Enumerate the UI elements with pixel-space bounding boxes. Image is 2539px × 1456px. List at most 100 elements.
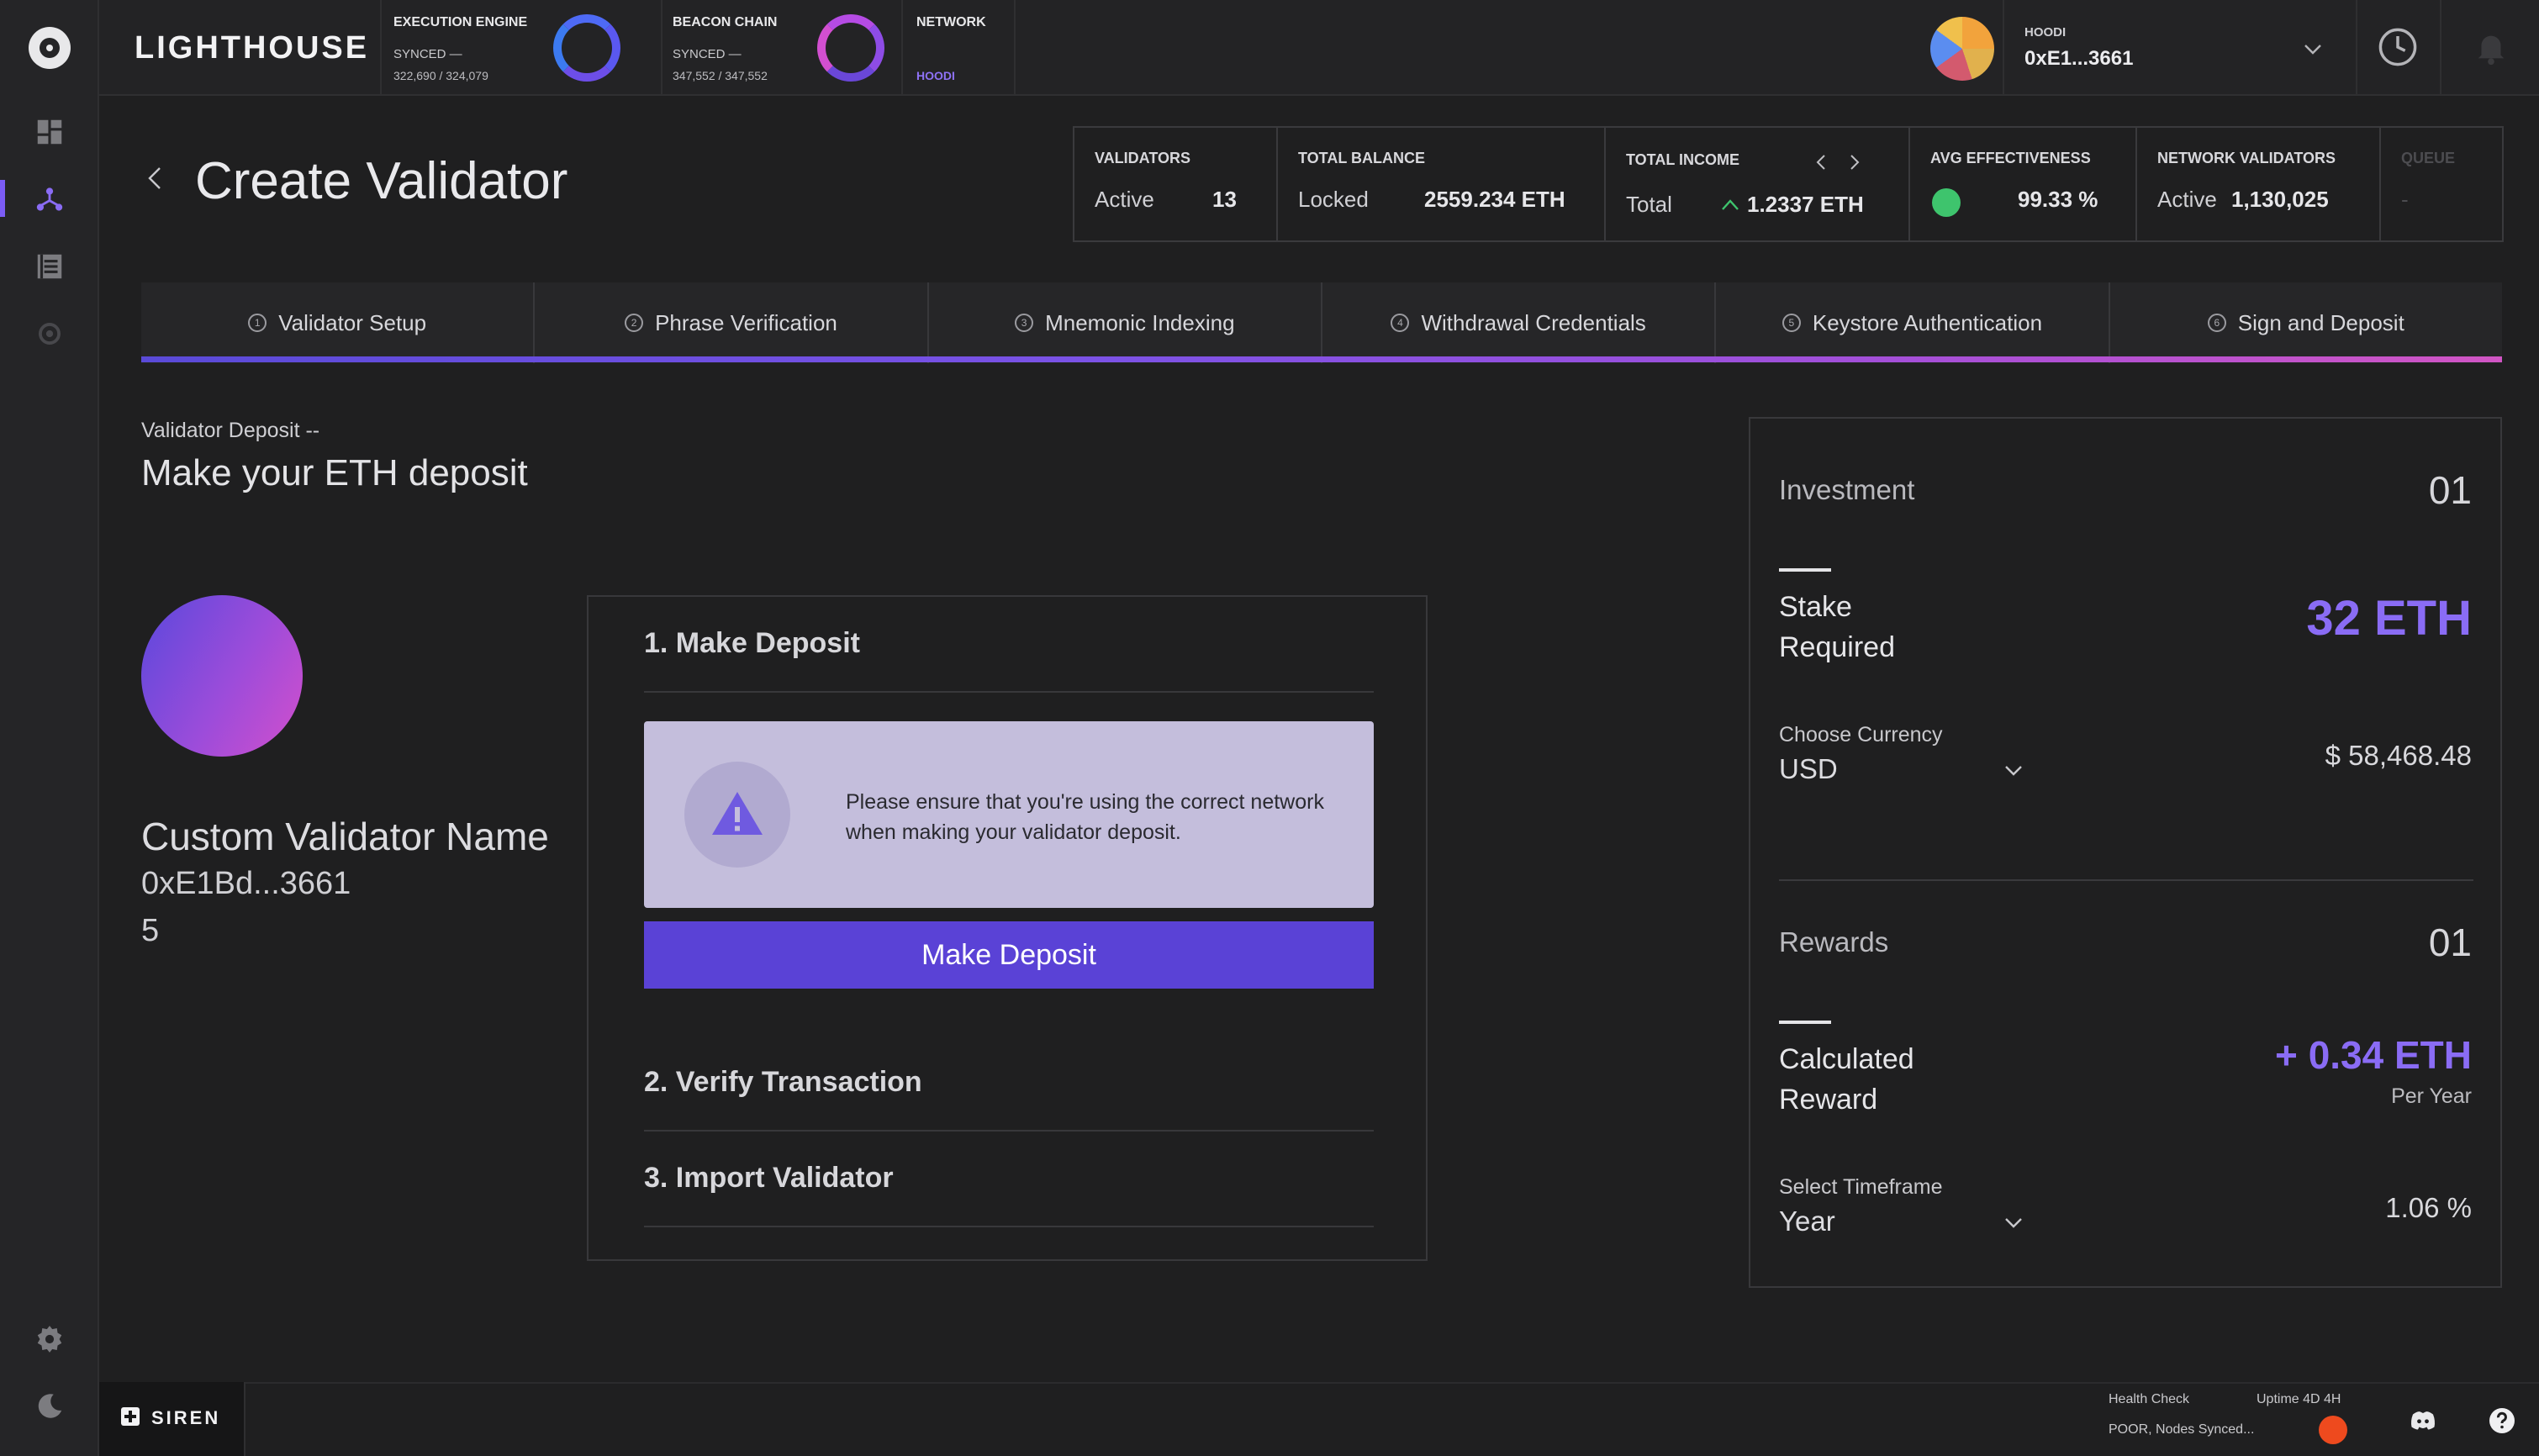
step-number: 4: [1391, 314, 1410, 332]
execution-sync-ring: [553, 14, 620, 82]
stat-queue: QUEUE -: [2381, 128, 2502, 240]
divider: [2356, 0, 2357, 96]
stat-total-balance: TOTAL BALANCE Locked 2559.234 ETH: [1278, 128, 1606, 240]
account-dropdown-chevron-icon[interactable]: [2304, 44, 2322, 55]
stat-value: 2559.234 ETH: [1424, 187, 1565, 212]
network-title: NETWORK: [916, 15, 986, 29]
divider: [644, 1226, 1374, 1227]
siren-wordmark: SIREN: [151, 1407, 221, 1428]
stat-sub: Active: [2157, 187, 2217, 212]
siren-logo-icon: [121, 1407, 140, 1426]
investment-panel: Investment 01 Stake Required 32 ETH Choo…: [1749, 417, 2502, 1288]
step-verify-transaction-heading[interactable]: 2. Verify Transaction: [644, 1066, 922, 1099]
side-rail: [0, 0, 99, 1456]
divider: [1779, 879, 2473, 881]
grafana-icon[interactable]: [34, 318, 66, 350]
step-label: Mnemonic Indexing: [1045, 309, 1235, 335]
step-import-validator-heading[interactable]: 3. Import Validator: [644, 1162, 894, 1195]
reward-rate: 1.06 %: [2385, 1192, 2472, 1223]
app-root: LIGHTHOUSE EXECUTION ENGINE SYNCED — 322…: [0, 0, 2539, 1456]
top-bar: LIGHTHOUSE EXECUTION ENGINE SYNCED — 322…: [99, 0, 2539, 96]
rewards-title: Rewards: [1779, 926, 1889, 957]
stat-value: 1,130,025: [2231, 187, 2329, 212]
beacon-sync-ring: [817, 14, 884, 82]
step-mnemonic-indexing[interactable]: 3 Mnemonic Indexing: [929, 282, 1322, 363]
divider: [644, 1130, 1374, 1132]
lighthouse-logo-icon[interactable]: [29, 27, 71, 69]
income-up-arrow-icon: [1720, 197, 1740, 212]
health-check-value: POOR, Nodes Synced...: [2109, 1422, 2255, 1437]
divider: [2003, 0, 2004, 96]
beacon-chain-title: BEACON CHAIN: [673, 15, 778, 29]
step-number: 6: [2207, 314, 2226, 332]
step-keystore-authentication[interactable]: 5 Keystore Authentication: [1716, 282, 2110, 363]
notifications-bell-icon[interactable]: [2472, 27, 2510, 67]
income-next-chevron-icon[interactable]: [1848, 153, 1861, 171]
dark-mode-moon-icon[interactable]: [34, 1390, 66, 1422]
step-label: Withdrawal Credentials: [1421, 309, 1646, 335]
stepper: 1 Validator Setup 2 Phrase Verification 3M…: [141, 282, 2502, 363]
validator-name: Custom Validator Name: [141, 815, 549, 858]
stat-value: 1.2337 ETH: [1747, 192, 1864, 217]
page-title: Create Validator: [195, 152, 568, 210]
account-avatar[interactable]: [1930, 17, 1994, 81]
stat-validators: VALIDATORS Active 13: [1074, 128, 1278, 240]
validators-nav-icon[interactable]: [34, 183, 66, 215]
step-validator-setup[interactable]: 1 Validator Setup: [141, 282, 536, 363]
dashboard-icon[interactable]: [34, 116, 66, 148]
divider: [661, 0, 662, 96]
siren-badge[interactable]: SIREN: [99, 1382, 245, 1456]
step-make-deposit-heading[interactable]: 1. Make Deposit: [644, 627, 860, 660]
step-label: Sign and Deposit: [2237, 309, 2404, 335]
step-number: 1: [248, 314, 267, 332]
currency-select[interactable]: USD: [1779, 753, 1838, 785]
execution-engine-status: SYNCED —: [393, 47, 462, 61]
uptime-label: Uptime 4D 4H: [2257, 1392, 2341, 1406]
divider: [644, 691, 1374, 693]
deposit-kicker: Validator Deposit --: [141, 419, 320, 442]
calculated-reward-value: + 0.34 ETH: [2275, 1033, 2472, 1077]
income-prev-chevron-icon[interactable]: [1814, 153, 1828, 171]
reward-period: Per Year: [2391, 1084, 2472, 1108]
stat-avg-effectiveness: AVG EFFECTIVENESS 99.33 %: [1910, 128, 2137, 240]
settings-gear-icon[interactable]: [34, 1323, 66, 1355]
health-check-label: Health Check: [2109, 1392, 2190, 1406]
divider: [1014, 0, 1016, 96]
step-label: Phrase Verification: [655, 309, 837, 335]
history-clock-icon[interactable]: [2376, 25, 2420, 69]
calculated-reward-label: Calculated Reward: [1779, 1043, 1914, 1116]
step-sign-and-deposit[interactable]: 6 Sign and Deposit: [2110, 282, 2502, 363]
step-label: Validator Setup: [278, 309, 427, 335]
stat-network-validators: NETWORK VALIDATORS Active 1,130,025: [2137, 128, 2381, 240]
logs-icon[interactable]: [34, 251, 66, 282]
back-chevron-icon[interactable]: [145, 165, 165, 192]
stat-label: TOTAL INCOME: [1626, 151, 1739, 168]
deposit-title: Make your ETH deposit: [141, 452, 528, 493]
execution-engine-count: 322,690 / 324,079: [393, 69, 488, 82]
active-nav-indicator: [0, 180, 5, 217]
network-warning: Please ensure that you're using the corr…: [644, 721, 1374, 908]
make-deposit-button[interactable]: Make Deposit: [644, 921, 1374, 989]
stat-total-income: TOTAL INCOME Total 1.2337 ETH: [1606, 128, 1910, 240]
timeframe-select[interactable]: Year: [1779, 1205, 1835, 1237]
warning-text: Please ensure that you're using the corr…: [846, 790, 1324, 844]
timeframe-chevron-down-icon[interactable]: [2004, 1217, 2023, 1229]
effectiveness-status-dot: [1932, 188, 1961, 217]
choose-currency-label: Choose Currency: [1779, 723, 1943, 746]
stats-bar: VALIDATORS Active 13 TOTAL BALANCE Locke…: [1073, 126, 2504, 242]
deposit-steps-card: 1. Make Deposit Please ensure that you'r…: [587, 595, 1428, 1261]
help-question-icon[interactable]: [2487, 1406, 2517, 1436]
discord-icon[interactable]: [2408, 1406, 2438, 1436]
step-number: 3: [1015, 314, 1034, 332]
section-dash: [1779, 1021, 1831, 1024]
rewards-count: 01: [2428, 921, 2472, 964]
validator-address: 0xE1Bd...3661: [141, 866, 351, 901]
fiat-value: $ 58,468.48: [2325, 740, 2472, 771]
currency-chevron-down-icon[interactable]: [2004, 765, 2023, 777]
step-number: 2: [625, 314, 644, 332]
stake-required-value: 32 ETH: [2306, 591, 2472, 646]
step-phrase-verification[interactable]: 2 Phrase Verification: [535, 282, 929, 363]
stat-label: TOTAL BALANCE: [1298, 150, 1425, 166]
step-number: 5: [1782, 314, 1801, 332]
step-withdrawal-credentials[interactable]: 4 Withdrawal Credentials: [1322, 282, 1717, 363]
